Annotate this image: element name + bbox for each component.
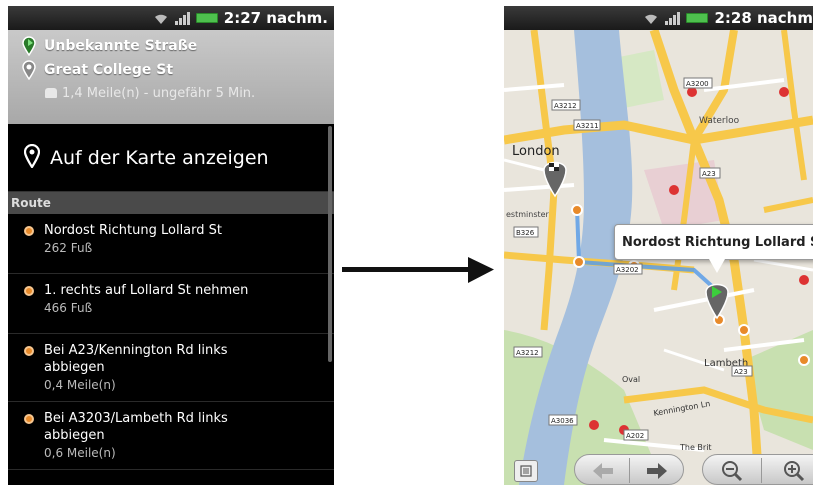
route-section-header: Route — [8, 192, 334, 214]
directions-list-screen: 2:27 nachm. Unbekannte Straße Great Coll… — [8, 6, 334, 485]
wifi-icon — [643, 11, 659, 25]
step-instruction: Nordost Richtung Lollard St — [44, 223, 223, 238]
step-dot-icon — [24, 226, 34, 236]
arrow-right-icon — [647, 463, 667, 479]
route-summary-text: 1,4 Meile(n) - ungefähr 5 Min. — [62, 85, 256, 101]
map-label-a3211: A3211 — [576, 122, 599, 130]
map-label-kennington: Kennington Ln — [653, 399, 711, 418]
map-label-a202: A202 — [626, 432, 644, 440]
map-label-b326: B326 — [516, 229, 535, 237]
map-label-a3202: A3202 — [616, 266, 639, 274]
start-row: Unbekannte Straße — [22, 34, 334, 58]
battery-icon — [686, 13, 709, 23]
step-callout[interactable]: Nordost Richtung Lollard St — [614, 224, 813, 273]
route-step[interactable]: 1. rechts auf Lollard St nehmen 466 Fuß — [8, 274, 334, 334]
status-time: 2:28 nachm — [714, 9, 813, 27]
callout-text: Nordost Richtung Lollard St — [622, 234, 813, 250]
map-label-london: London — [512, 144, 560, 159]
step-distance: 262 Fuß — [44, 241, 93, 255]
signal-icon — [665, 11, 681, 25]
callout-tail — [709, 259, 725, 273]
map-label-a23: A23 — [734, 368, 748, 376]
destination-location: Great College St — [44, 62, 174, 78]
step-navigation — [574, 454, 684, 485]
destination-pin-icon — [22, 60, 36, 81]
start-pin-icon — [22, 36, 36, 57]
route-step[interactable]: Nordost Richtung Lollard St 262 Fuß — [8, 214, 334, 274]
next-step-button[interactable] — [643, 461, 671, 481]
zoom-controls — [702, 454, 813, 485]
battery-icon — [195, 13, 218, 23]
show-on-map-label: Auf der Karte anzeigen — [50, 146, 269, 169]
map-label-a23: A23 — [702, 170, 716, 178]
zoom-out-button[interactable] — [719, 459, 745, 483]
zoom-in-icon — [784, 461, 805, 482]
step-distance: 0,6 Meile(n) — [44, 446, 116, 460]
destination-row: Great College St — [22, 58, 334, 82]
car-icon — [45, 88, 57, 98]
map-pin-icon — [23, 143, 41, 172]
signal-icon — [174, 11, 190, 25]
previous-step-button[interactable] — [589, 461, 617, 481]
map-label-oval: Oval — [622, 375, 640, 384]
step-dot-icon — [24, 286, 34, 296]
route-summary: 1,4 Meile(n) - ungefähr 5 Min. — [45, 82, 334, 104]
zoom-in-button[interactable] — [781, 459, 807, 483]
step-distance: 0,4 Meile(n) — [44, 378, 116, 392]
map-controls — [504, 454, 813, 485]
map-label-the-brit: The Brit — [679, 443, 712, 452]
map-label-a3036: A3036 — [551, 417, 574, 425]
transition-arrow-icon — [342, 257, 494, 283]
destination-flag-icon — [543, 161, 567, 198]
status-bar: 2:27 nachm. — [8, 6, 334, 30]
route-step[interactable]: Bei A23/Kennington Rd links abbiegen 0,4… — [8, 334, 334, 402]
map-label-a3200: A3200 — [686, 80, 709, 88]
show-on-map-button[interactable]: Auf der Karte anzeigen — [8, 124, 334, 192]
arrow-left-icon — [593, 463, 613, 479]
step-instruction: Bei A23/Kennington Rd links abbiegen — [44, 343, 228, 375]
map-label-a3212: A3212 — [516, 349, 539, 357]
wifi-icon — [153, 11, 169, 25]
route-header: Unbekannte Straße Great College St 1,4 M… — [8, 30, 334, 124]
status-bar: 2:28 nachm — [504, 6, 813, 30]
route-step[interactable]: Bei A3203/Lambeth Rd links abbiegen 0,6 … — [8, 402, 334, 470]
start-pin-icon — [705, 283, 729, 320]
zoom-out-icon — [722, 461, 743, 482]
list-view-button[interactable] — [514, 460, 538, 482]
step-dot-icon — [24, 346, 34, 356]
list-icon — [520, 465, 532, 477]
status-time: 2:27 nachm. — [223, 9, 328, 27]
step-instruction: 1. rechts auf Lollard St nehmen — [44, 283, 249, 298]
map-label-a3212: A3212 — [554, 102, 577, 110]
start-location: Unbekannte Straße — [44, 38, 198, 54]
scrollbar[interactable] — [328, 126, 332, 362]
step-dot-icon — [24, 414, 34, 424]
map-screen: 2:28 nachm London Waterloo Lambeth estmi… — [504, 6, 813, 485]
step-instruction: Bei A3203/Lambeth Rd links abbiegen — [44, 411, 228, 443]
step-distance: 466 Fuß — [44, 301, 93, 315]
map-label-waterloo: Waterloo — [699, 116, 740, 126]
map-label-westminster: estminster — [506, 210, 550, 219]
